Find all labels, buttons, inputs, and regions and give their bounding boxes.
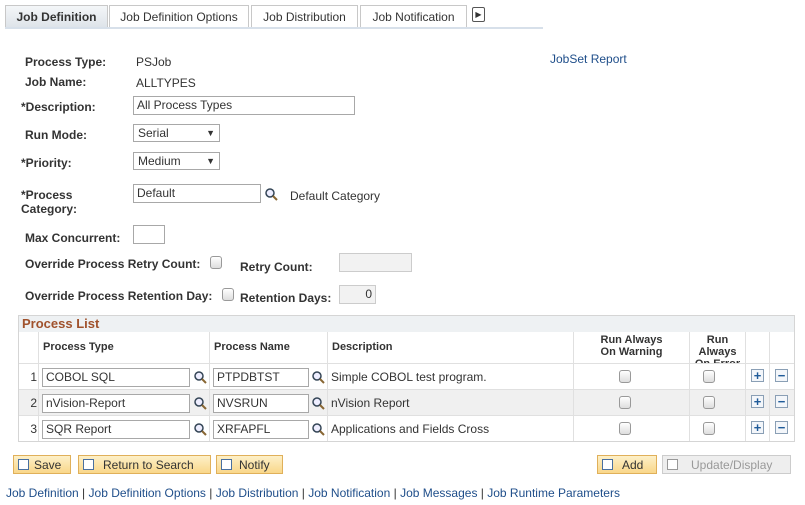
header-description: Description — [327, 332, 573, 363]
process-type-input[interactable]: COBOL SQL — [42, 368, 190, 387]
process-name-input[interactable]: PTPDBTST — [213, 368, 309, 387]
lookup-icon[interactable] — [193, 370, 207, 384]
header-process-name: Process Name — [209, 332, 327, 363]
add-row-icon[interactable]: + — [751, 369, 764, 382]
dropdown-arrow-icon: ▼ — [206, 128, 215, 138]
lookup-icon[interactable] — [193, 396, 207, 410]
tab-scroll-right-icon[interactable]: ▶ — [472, 7, 485, 22]
link-separator: | — [477, 486, 488, 500]
update-display-icon — [667, 459, 678, 470]
footer-link-job-distribution[interactable]: Job Distribution — [216, 486, 299, 500]
table-row: 2 nVision-Report NVSRUN nVision Report +… — [19, 389, 794, 415]
delete-row-icon[interactable]: − — [775, 395, 788, 408]
row-number: 2 — [30, 396, 37, 410]
header-run-warning: Run Always On Warning — [573, 332, 689, 363]
process-description: Simple COBOL test program. — [331, 370, 487, 384]
delete-row-icon[interactable]: − — [775, 369, 788, 382]
save-icon — [18, 459, 29, 470]
grid-title: Process List — [19, 316, 794, 332]
footer-link-job-definition[interactable]: Job Definition — [6, 486, 79, 500]
process-list-grid: Process List Process Type Process Name D… — [18, 315, 795, 442]
return-to-search-button[interactable]: Return to Search — [78, 455, 211, 474]
lookup-icon[interactable] — [311, 370, 325, 384]
run-always-warning-checkbox[interactable] — [619, 370, 631, 383]
max-concurrent-input[interactable] — [133, 225, 165, 244]
max-concurrent-label: Max Concurrent: — [25, 231, 121, 245]
priority-select[interactable]: Medium ▼ — [133, 152, 220, 170]
process-name-input[interactable]: XRFAPFL — [213, 420, 309, 439]
table-row: 3 SQR Report XRFAPFL Applications and Fi… — [19, 415, 794, 441]
tab-job-definition-options[interactable]: Job Definition Options — [109, 5, 249, 28]
link-separator: | — [205, 486, 216, 500]
process-category-label: *Process Category: — [21, 188, 78, 216]
link-separator: | — [390, 486, 401, 500]
header-process-type: Process Type — [38, 332, 209, 363]
retention-days-input: 0 — [339, 285, 376, 304]
retry-count-input — [339, 253, 412, 272]
tab-job-definition[interactable]: Job Definition — [5, 5, 108, 28]
add-icon — [602, 459, 613, 470]
run-always-warning-checkbox[interactable] — [619, 422, 631, 435]
lookup-icon[interactable] — [311, 422, 325, 436]
retry-count-label: Retry Count: — [240, 260, 313, 274]
process-name-input[interactable]: NVSRUN — [213, 394, 309, 413]
footer-links: Job Definition | Job Definition Options … — [6, 486, 620, 500]
row-number: 3 — [30, 422, 37, 436]
process-type-label: Process Type: — [25, 55, 107, 69]
run-always-error-checkbox[interactable] — [703, 370, 715, 383]
link-separator: | — [298, 486, 309, 500]
run-always-error-checkbox[interactable] — [703, 422, 715, 435]
table-row: 1 COBOL SQL PTPDBTST Simple COBOL test p… — [19, 363, 794, 389]
process-type-input[interactable]: nVision-Report — [42, 394, 190, 413]
lookup-icon[interactable] — [193, 422, 207, 436]
process-type-value: PSJob — [136, 55, 172, 69]
notify-icon — [221, 459, 232, 470]
override-retry-label: Override Process Retry Count: — [25, 257, 201, 271]
process-type-input[interactable]: SQR Report — [42, 420, 190, 439]
header-run-error: Run Always On Error — [689, 332, 745, 370]
notify-button[interactable]: Notify — [216, 455, 283, 474]
footer-link-job-notification[interactable]: Job Notification — [308, 486, 390, 500]
priority-value: Medium — [138, 154, 181, 168]
job-name-value: ALLTYPES — [136, 76, 196, 90]
job-name-label: Job Name: — [25, 75, 87, 89]
search-icon[interactable] — [264, 187, 278, 201]
add-row-icon[interactable]: + — [751, 421, 764, 434]
run-mode-value: Serial — [138, 126, 169, 140]
lookup-icon[interactable] — [311, 396, 325, 410]
process-description: nVision Report — [331, 396, 410, 410]
override-retention-label: Override Process Retention Day: — [25, 289, 213, 303]
update-display-button[interactable]: Update/Display — [662, 455, 791, 474]
add-button[interactable]: Add — [597, 455, 657, 474]
process-description: Applications and Fields Cross — [331, 422, 490, 436]
save-button[interactable]: Save — [13, 455, 71, 474]
process-category-description: Default Category — [290, 189, 381, 203]
footer-link-job-definition-options[interactable]: Job Definition Options — [89, 486, 206, 500]
process-category-input[interactable]: Default — [133, 184, 261, 203]
run-always-warning-checkbox[interactable] — [619, 396, 631, 409]
dropdown-arrow-icon: ▼ — [206, 156, 215, 166]
delete-row-icon[interactable]: − — [775, 421, 788, 434]
tab-divider — [5, 27, 543, 29]
retention-days-label: Retention Days: — [240, 291, 332, 305]
priority-label: *Priority: — [21, 156, 72, 170]
row-number: 1 — [30, 370, 37, 384]
run-always-error-checkbox[interactable] — [703, 396, 715, 409]
run-mode-label: Run Mode: — [25, 128, 87, 142]
footer-link-job-messages[interactable]: Job Messages — [400, 486, 477, 500]
jobset-report-link[interactable]: JobSet Report — [550, 52, 627, 66]
tab-job-distribution[interactable]: Job Distribution — [251, 5, 358, 28]
footer-link-job-runtime-parameters[interactable]: Job Runtime Parameters — [487, 486, 620, 500]
override-retry-checkbox[interactable] — [210, 256, 222, 269]
tab-job-notification[interactable]: Job Notification — [360, 5, 467, 28]
return-to-search-icon — [83, 459, 94, 470]
run-mode-select[interactable]: Serial ▼ — [133, 124, 220, 142]
link-separator: | — [78, 486, 89, 500]
override-retention-checkbox[interactable] — [222, 288, 234, 301]
description-label: *Description: — [21, 100, 96, 114]
description-input[interactable]: All Process Types — [133, 96, 355, 115]
add-row-icon[interactable]: + — [751, 395, 764, 408]
